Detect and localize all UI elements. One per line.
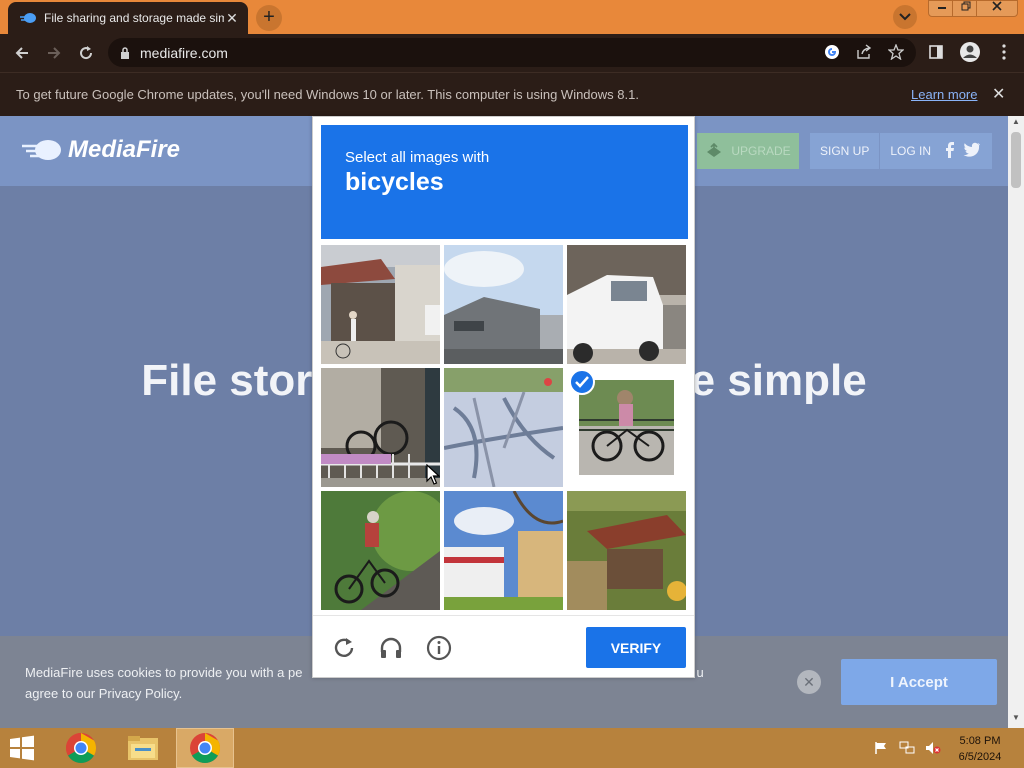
- browser-toolbar: mediafire.com: [0, 34, 1024, 72]
- captcha-challenge: Select all images with bicycles VERIFY: [312, 116, 695, 678]
- header-links: SIGN UP LOG IN: [810, 133, 992, 169]
- upgrade-icon: [707, 143, 722, 157]
- folder-icon: [128, 736, 158, 760]
- scroll-down-arrow-icon[interactable]: ▼: [1008, 713, 1024, 727]
- google-icon[interactable]: [822, 42, 842, 62]
- network-icon[interactable]: [898, 740, 916, 756]
- window-close-button[interactable]: [976, 0, 1018, 17]
- mouse-cursor-icon: [426, 463, 441, 491]
- captcha-tile[interactable]: [321, 491, 440, 610]
- system-tray: [872, 740, 942, 756]
- captcha-tile[interactable]: [444, 368, 563, 487]
- taskbar-chrome-app[interactable]: [52, 728, 110, 768]
- checkmark-icon: [569, 369, 595, 395]
- cookie-text-line2: agree to our Privacy Policy.: [25, 686, 183, 701]
- volume-muted-icon[interactable]: [924, 740, 942, 756]
- page-scrollbar[interactable]: ▲ ▼: [1008, 116, 1024, 728]
- tab-strip: File sharing and storage made simple ✕ +: [0, 0, 1024, 34]
- taskbar-file-explorer[interactable]: [114, 728, 172, 768]
- upgrade-label: UPGRADE: [731, 144, 791, 158]
- captcha-tile[interactable]: [567, 245, 686, 364]
- captcha-tile[interactable]: [321, 368, 440, 487]
- reload-icon: [80, 46, 93, 60]
- log-in-link[interactable]: LOG IN: [880, 144, 941, 158]
- mediafire-favicon-icon: [20, 10, 36, 26]
- chrome-icon: [65, 733, 97, 764]
- reload-button[interactable]: [70, 37, 102, 69]
- captcha-tile[interactable]: [444, 491, 563, 610]
- browser-tab[interactable]: File sharing and storage made simple ✕: [8, 2, 248, 34]
- tab-close-icon[interactable]: ✕: [224, 10, 240, 27]
- address-bar[interactable]: mediafire.com: [108, 38, 916, 67]
- url-text: mediafire.com: [140, 44, 228, 61]
- twitter-icon[interactable]: [959, 142, 985, 160]
- taskbar-chrome-active[interactable]: [176, 728, 234, 768]
- accept-cookies-button[interactable]: I Accept: [841, 659, 997, 705]
- arrow-right-icon: [48, 47, 61, 59]
- new-tab-button[interactable]: +: [256, 5, 282, 31]
- share-icon[interactable]: [854, 42, 874, 62]
- headphones-icon[interactable]: [377, 634, 405, 662]
- flame-logo-icon: [22, 140, 61, 160]
- tab-title: File sharing and storage made simple: [44, 11, 224, 25]
- infobar-close-icon[interactable]: ✕: [992, 84, 1005, 104]
- profile-icon[interactable]: [958, 40, 982, 64]
- captcha-tile[interactable]: [321, 245, 440, 364]
- infobar-message: To get future Google Chrome updates, you…: [16, 87, 639, 102]
- scroll-up-arrow-icon[interactable]: ▲: [1008, 117, 1024, 131]
- clock-time: 5:08 PM: [959, 735, 1001, 747]
- captcha-header: Select all images with bicycles: [321, 125, 688, 239]
- cookie-text-line1-end: u: [696, 665, 704, 680]
- kebab-menu-icon[interactable]: [992, 40, 1016, 64]
- cookie-text-line1: MediaFire uses cookies to provide you wi…: [25, 665, 303, 680]
- cookie-dismiss-icon[interactable]: ✕: [797, 670, 821, 694]
- captcha-tile[interactable]: [567, 491, 686, 610]
- captcha-tile[interactable]: [444, 245, 563, 364]
- logo-text: MediaFire: [68, 136, 181, 163]
- refresh-icon[interactable]: [330, 634, 358, 662]
- arrow-left-icon: [15, 47, 28, 59]
- scrollbar-thumb[interactable]: [1011, 132, 1021, 188]
- chrome-icon: [190, 733, 221, 764]
- sidepanel-icon[interactable]: [924, 40, 948, 64]
- windows-taskbar: 5:08 PM 6/5/2024: [0, 728, 1024, 768]
- mediafire-logo[interactable]: MediaFire: [22, 136, 180, 164]
- tab-search-button[interactable]: [893, 5, 917, 29]
- windows-start-button[interactable]: [8, 735, 40, 761]
- verify-button[interactable]: VERIFY: [586, 627, 686, 668]
- close-icon: [992, 1, 1002, 11]
- chevron-down-icon: [899, 13, 911, 21]
- captcha-target: bicycles: [345, 168, 444, 196]
- captcha-instruction: Select all images with: [345, 149, 490, 166]
- facebook-icon[interactable]: [941, 141, 959, 161]
- upgrade-button[interactable]: UPGRADE: [697, 133, 799, 169]
- taskbar-clock[interactable]: 5:08 PM 6/5/2024: [950, 733, 1010, 765]
- forward-button[interactable]: [38, 37, 70, 69]
- minimize-icon: [938, 7, 946, 9]
- restore-icon: [961, 1, 971, 11]
- windows-logo-icon: [10, 735, 34, 761]
- back-button[interactable]: [6, 37, 38, 69]
- learn-more-link[interactable]: Learn more: [911, 87, 977, 102]
- clock-date: 6/5/2024: [958, 751, 1002, 763]
- update-infobar: To get future Google Chrome updates, you…: [0, 72, 1024, 116]
- lock-icon: [120, 46, 130, 59]
- info-icon[interactable]: [425, 634, 453, 662]
- captcha-footer: VERIFY: [313, 615, 694, 677]
- flag-icon[interactable]: [872, 740, 890, 756]
- star-icon[interactable]: [886, 42, 906, 62]
- captcha-tile-selected[interactable]: [567, 368, 686, 487]
- sign-up-link[interactable]: SIGN UP: [810, 144, 879, 158]
